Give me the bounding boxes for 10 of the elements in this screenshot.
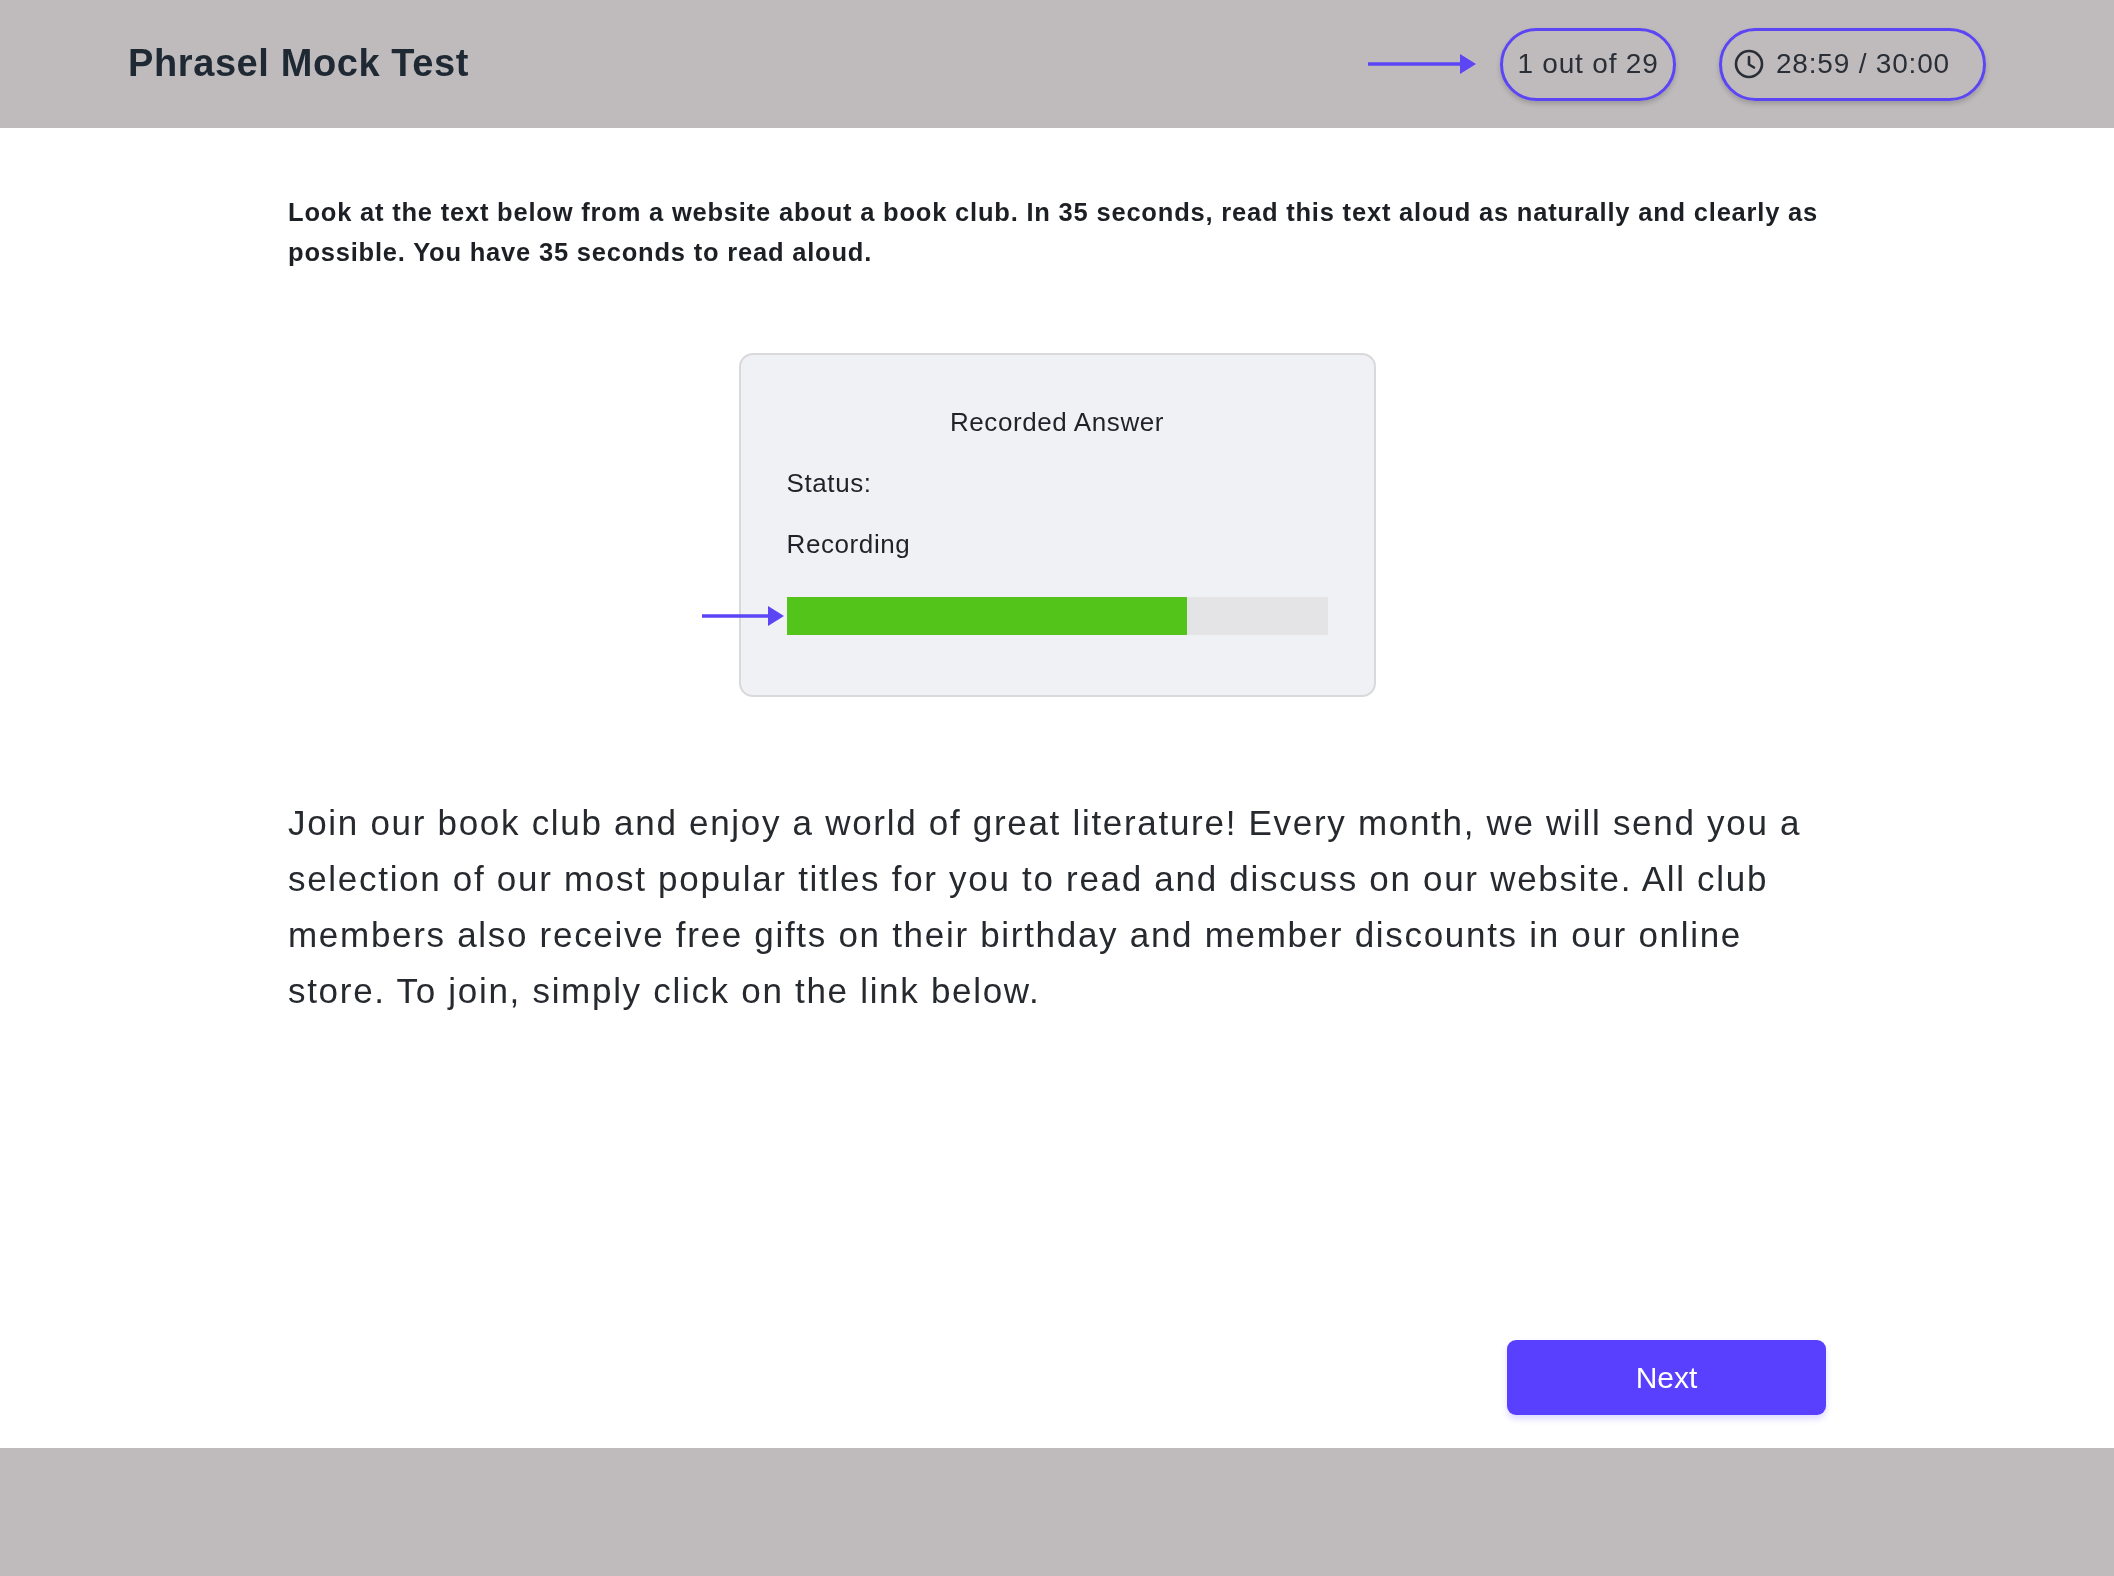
clock-icon — [1734, 49, 1764, 79]
timer-text: 28:59 / 30:00 — [1776, 47, 1950, 81]
question-counter: 1 out of 29 — [1500, 27, 1676, 101]
status-value: Recording — [786, 528, 912, 561]
passage-text: Join our book club and enjoy a world of great literature! Every month, we will send you a selection of our most popular titles for you to read and discuss on our website. All club members also receive free gifts on their birthday and member discounts in our online store. To join, simply click on the link below. — [288, 802, 1803, 1012]
page-title: Phrasel Mock Test — [128, 41, 470, 87]
instruction-text: Look at the text below from a website about a book club. In 35 seconds, read this text aloud as naturally and clearly as possible. You have 35 seconds to read aloud. — [288, 197, 1820, 268]
next-button[interactable]: Next — [1507, 1340, 1826, 1415]
panel-title: Recorded Answer — [948, 406, 1166, 439]
status-label: Status: — [786, 467, 873, 500]
